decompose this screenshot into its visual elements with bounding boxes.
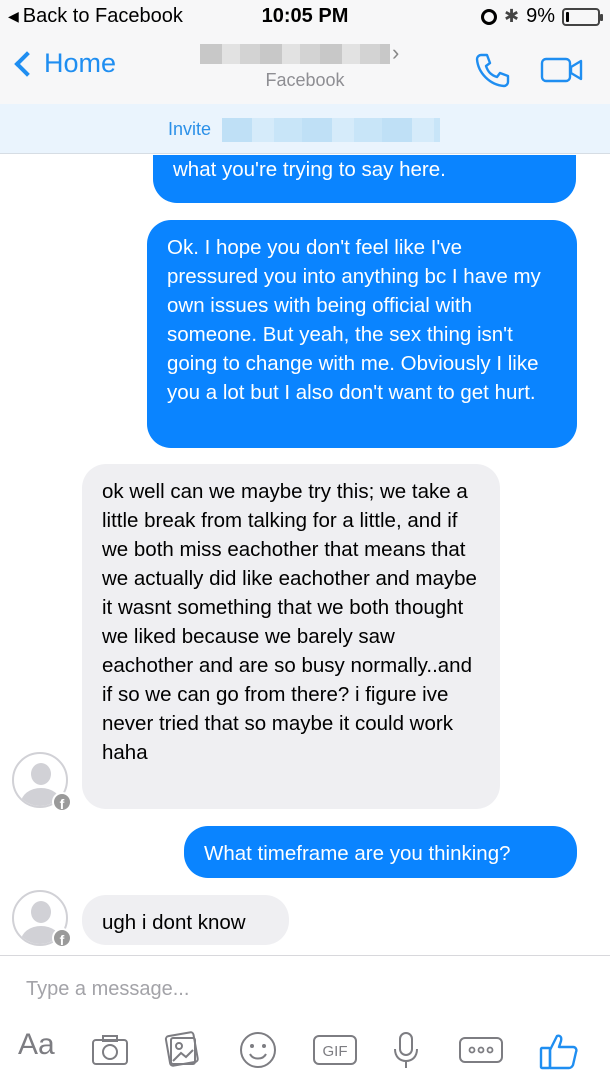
- message-bubble-incoming: ugh i dont know: [82, 895, 289, 945]
- battery-percent: 9%: [526, 5, 555, 27]
- conversation-header: Home › Facebook: [0, 36, 610, 104]
- video-call-icon[interactable]: [540, 52, 584, 88]
- alarm-icon: [481, 8, 497, 25]
- camera-icon[interactable]: [90, 1030, 130, 1070]
- message-bubble-outgoing: and I care about my own. I'm just not su…: [153, 155, 576, 203]
- emoji-icon[interactable]: [238, 1030, 278, 1070]
- message-bubble-outgoing: Ok. I hope you don't feel like I've pres…: [147, 220, 577, 448]
- invite-label[interactable]: Invite: [168, 119, 211, 140]
- phone-call-icon[interactable]: [472, 50, 512, 90]
- contact-subtitle: Facebook: [265, 70, 345, 90]
- gif-icon[interactable]: GIF: [312, 1030, 358, 1070]
- message-list[interactable]: and I care about my own. I'm just not su…: [0, 155, 610, 955]
- message-bubble-incoming: ok well can we maybe try this; we take a…: [82, 464, 500, 809]
- gif-label: GIF: [323, 1043, 348, 1060]
- invite-bar[interactable]: Invite: [0, 104, 610, 154]
- chevron-right-icon[interactable]: ›: [392, 40, 399, 66]
- thumbs-up-icon[interactable]: [538, 1030, 580, 1070]
- more-icon[interactable]: [458, 1030, 504, 1070]
- message-bubble-outgoing: What timeframe are you thinking?: [184, 826, 577, 878]
- facebook-badge-icon: f: [52, 792, 72, 812]
- invite-name-redacted: [222, 118, 440, 142]
- composer-toolbar: Aa GIF: [0, 1026, 610, 1076]
- battery-fill: [566, 11, 569, 22]
- status-bar: ◀ Back to Facebook 10:05 PM ✱ 9%: [0, 0, 610, 36]
- text-format-icon[interactable]: Aa: [18, 1028, 55, 1068]
- bluetooth-icon: ✱: [504, 6, 520, 26]
- message-composer: Aa: [0, 955, 610, 1085]
- facebook-badge-icon: f: [52, 928, 72, 948]
- contact-name-redacted[interactable]: [200, 44, 390, 64]
- microphone-icon[interactable]: [388, 1030, 424, 1070]
- message-input[interactable]: [26, 978, 566, 1001]
- photo-gallery-icon[interactable]: [162, 1030, 202, 1070]
- battery-icon: [562, 7, 603, 26]
- status-indicators: ✱ 9%: [481, 5, 603, 28]
